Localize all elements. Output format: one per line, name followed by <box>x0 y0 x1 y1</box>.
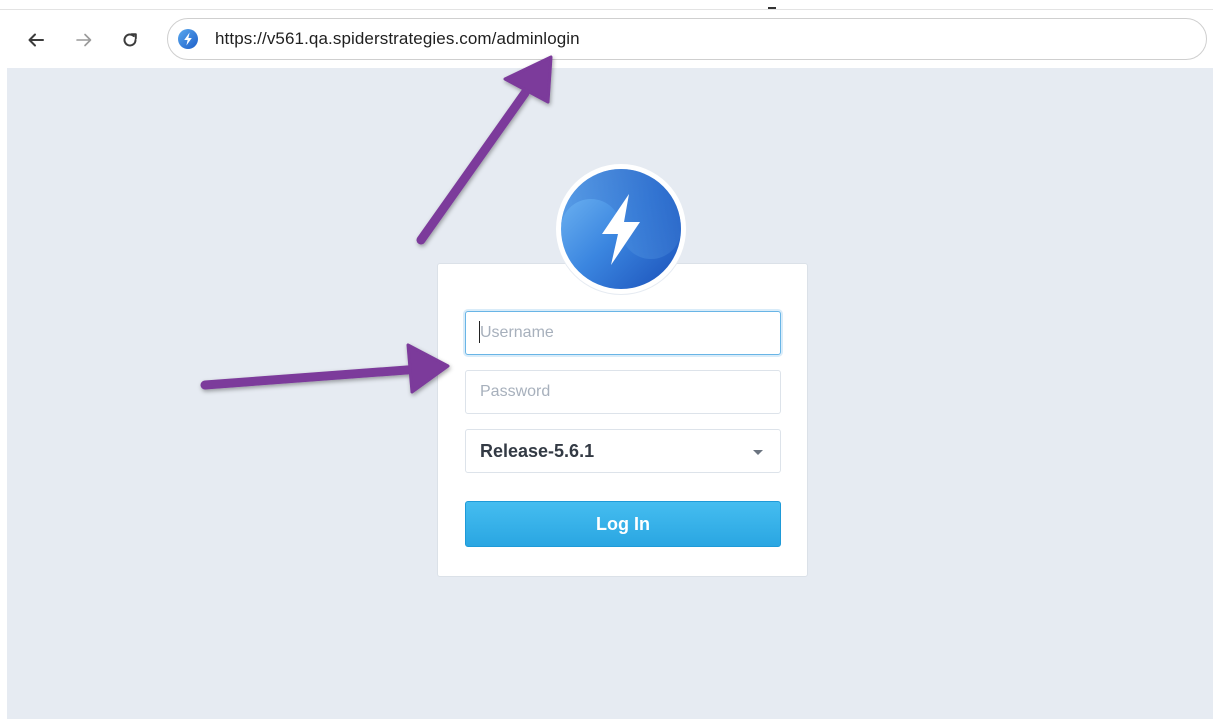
arrow-right-icon <box>76 33 92 47</box>
username-input[interactable] <box>465 311 781 355</box>
window-edge-mark <box>768 7 776 9</box>
top-divider <box>0 9 1213 10</box>
address-bar[interactable]: https://v561.qa.spiderstrategies.com/adm… <box>167 18 1207 60</box>
password-input[interactable] <box>465 370 781 414</box>
chevron-down-icon <box>753 450 763 455</box>
url-text: https://v561.qa.spiderstrategies.com/adm… <box>215 29 580 48</box>
release-select-value: Release-5.6.1 <box>480 440 595 461</box>
bolt-logo-icon <box>561 169 681 289</box>
browser-toolbar: https://v561.qa.spiderstrategies.com/adm… <box>0 0 1213 68</box>
back-button[interactable] <box>22 26 50 54</box>
reload-button[interactable] <box>116 26 144 54</box>
app-logo <box>556 164 686 294</box>
forward-button[interactable] <box>70 26 98 54</box>
login-button[interactable]: Log In <box>465 501 781 547</box>
reload-icon <box>123 33 137 47</box>
arrow-left-icon <box>28 33 44 47</box>
release-select[interactable]: Release-5.6.1 <box>465 429 781 473</box>
site-bolt-icon <box>178 29 198 49</box>
login-button-label: Log In <box>596 513 650 534</box>
text-cursor <box>479 321 480 343</box>
